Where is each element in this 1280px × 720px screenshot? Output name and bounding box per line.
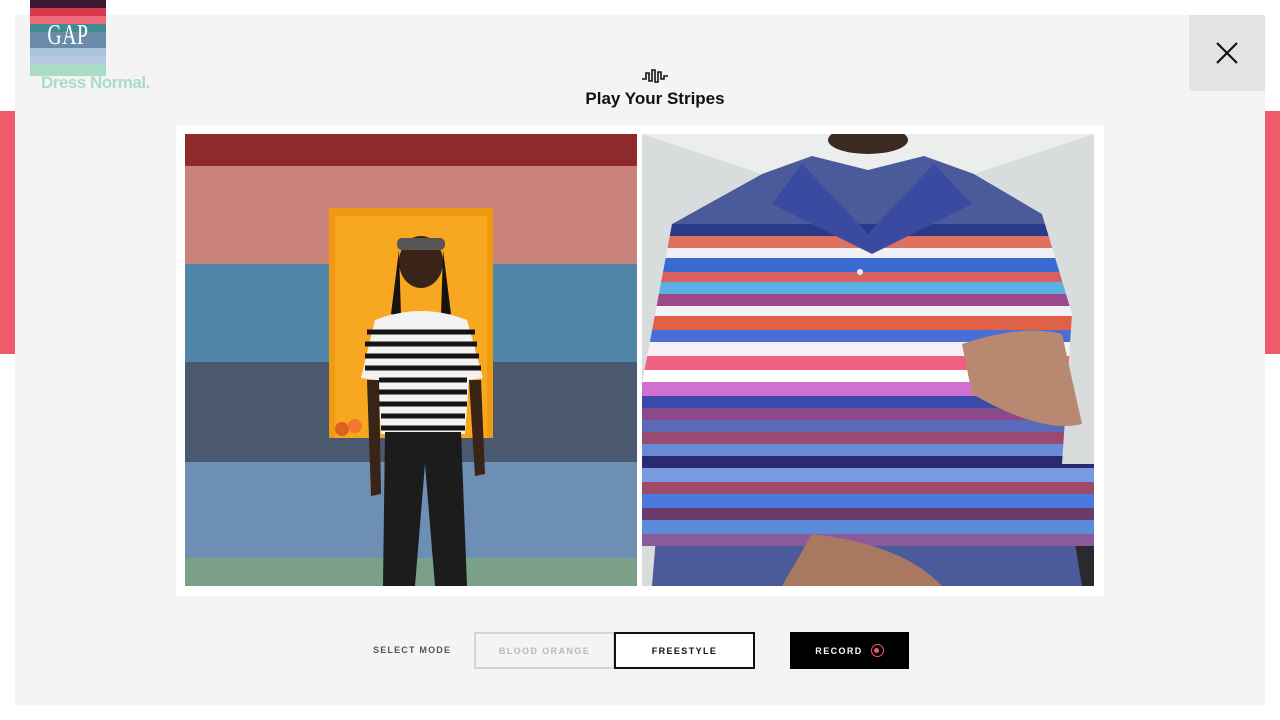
gap-logo[interactable]: GAP (30, 0, 106, 76)
mode-blood-orange-label: BLOOD ORANGE (498, 645, 591, 656)
mode-blood-orange-button[interactable]: BLOOD ORANGE (474, 632, 615, 669)
close-button[interactable] (1189, 15, 1265, 91)
waveform-icon (642, 69, 668, 83)
record-button[interactable]: RECORD (790, 632, 909, 669)
logo-text: GAP (47, 20, 89, 51)
preview-frame (176, 125, 1104, 596)
brand-tagline: Dress Normal. (41, 73, 150, 92)
page-title: Play Your Stripes (585, 89, 725, 108)
header: Play Your Stripes (555, 67, 755, 109)
left-accent-bar (0, 111, 15, 354)
record-icon (870, 644, 884, 657)
mode-freestyle-button[interactable]: FREESTYLE (614, 632, 755, 669)
person-photo-image (185, 134, 637, 586)
close-icon (1216, 42, 1238, 64)
modal-panel: Play Your Stripes (15, 15, 1265, 705)
webcam-preview (642, 134, 1094, 586)
record-label: RECORD (815, 645, 863, 656)
webcam-photo-image (642, 134, 1094, 586)
select-mode-label: SELECT MODE (373, 645, 452, 655)
mode-freestyle-label: FREESTYLE (651, 645, 718, 656)
reference-photo (185, 134, 637, 586)
right-accent-bar (1265, 111, 1280, 354)
